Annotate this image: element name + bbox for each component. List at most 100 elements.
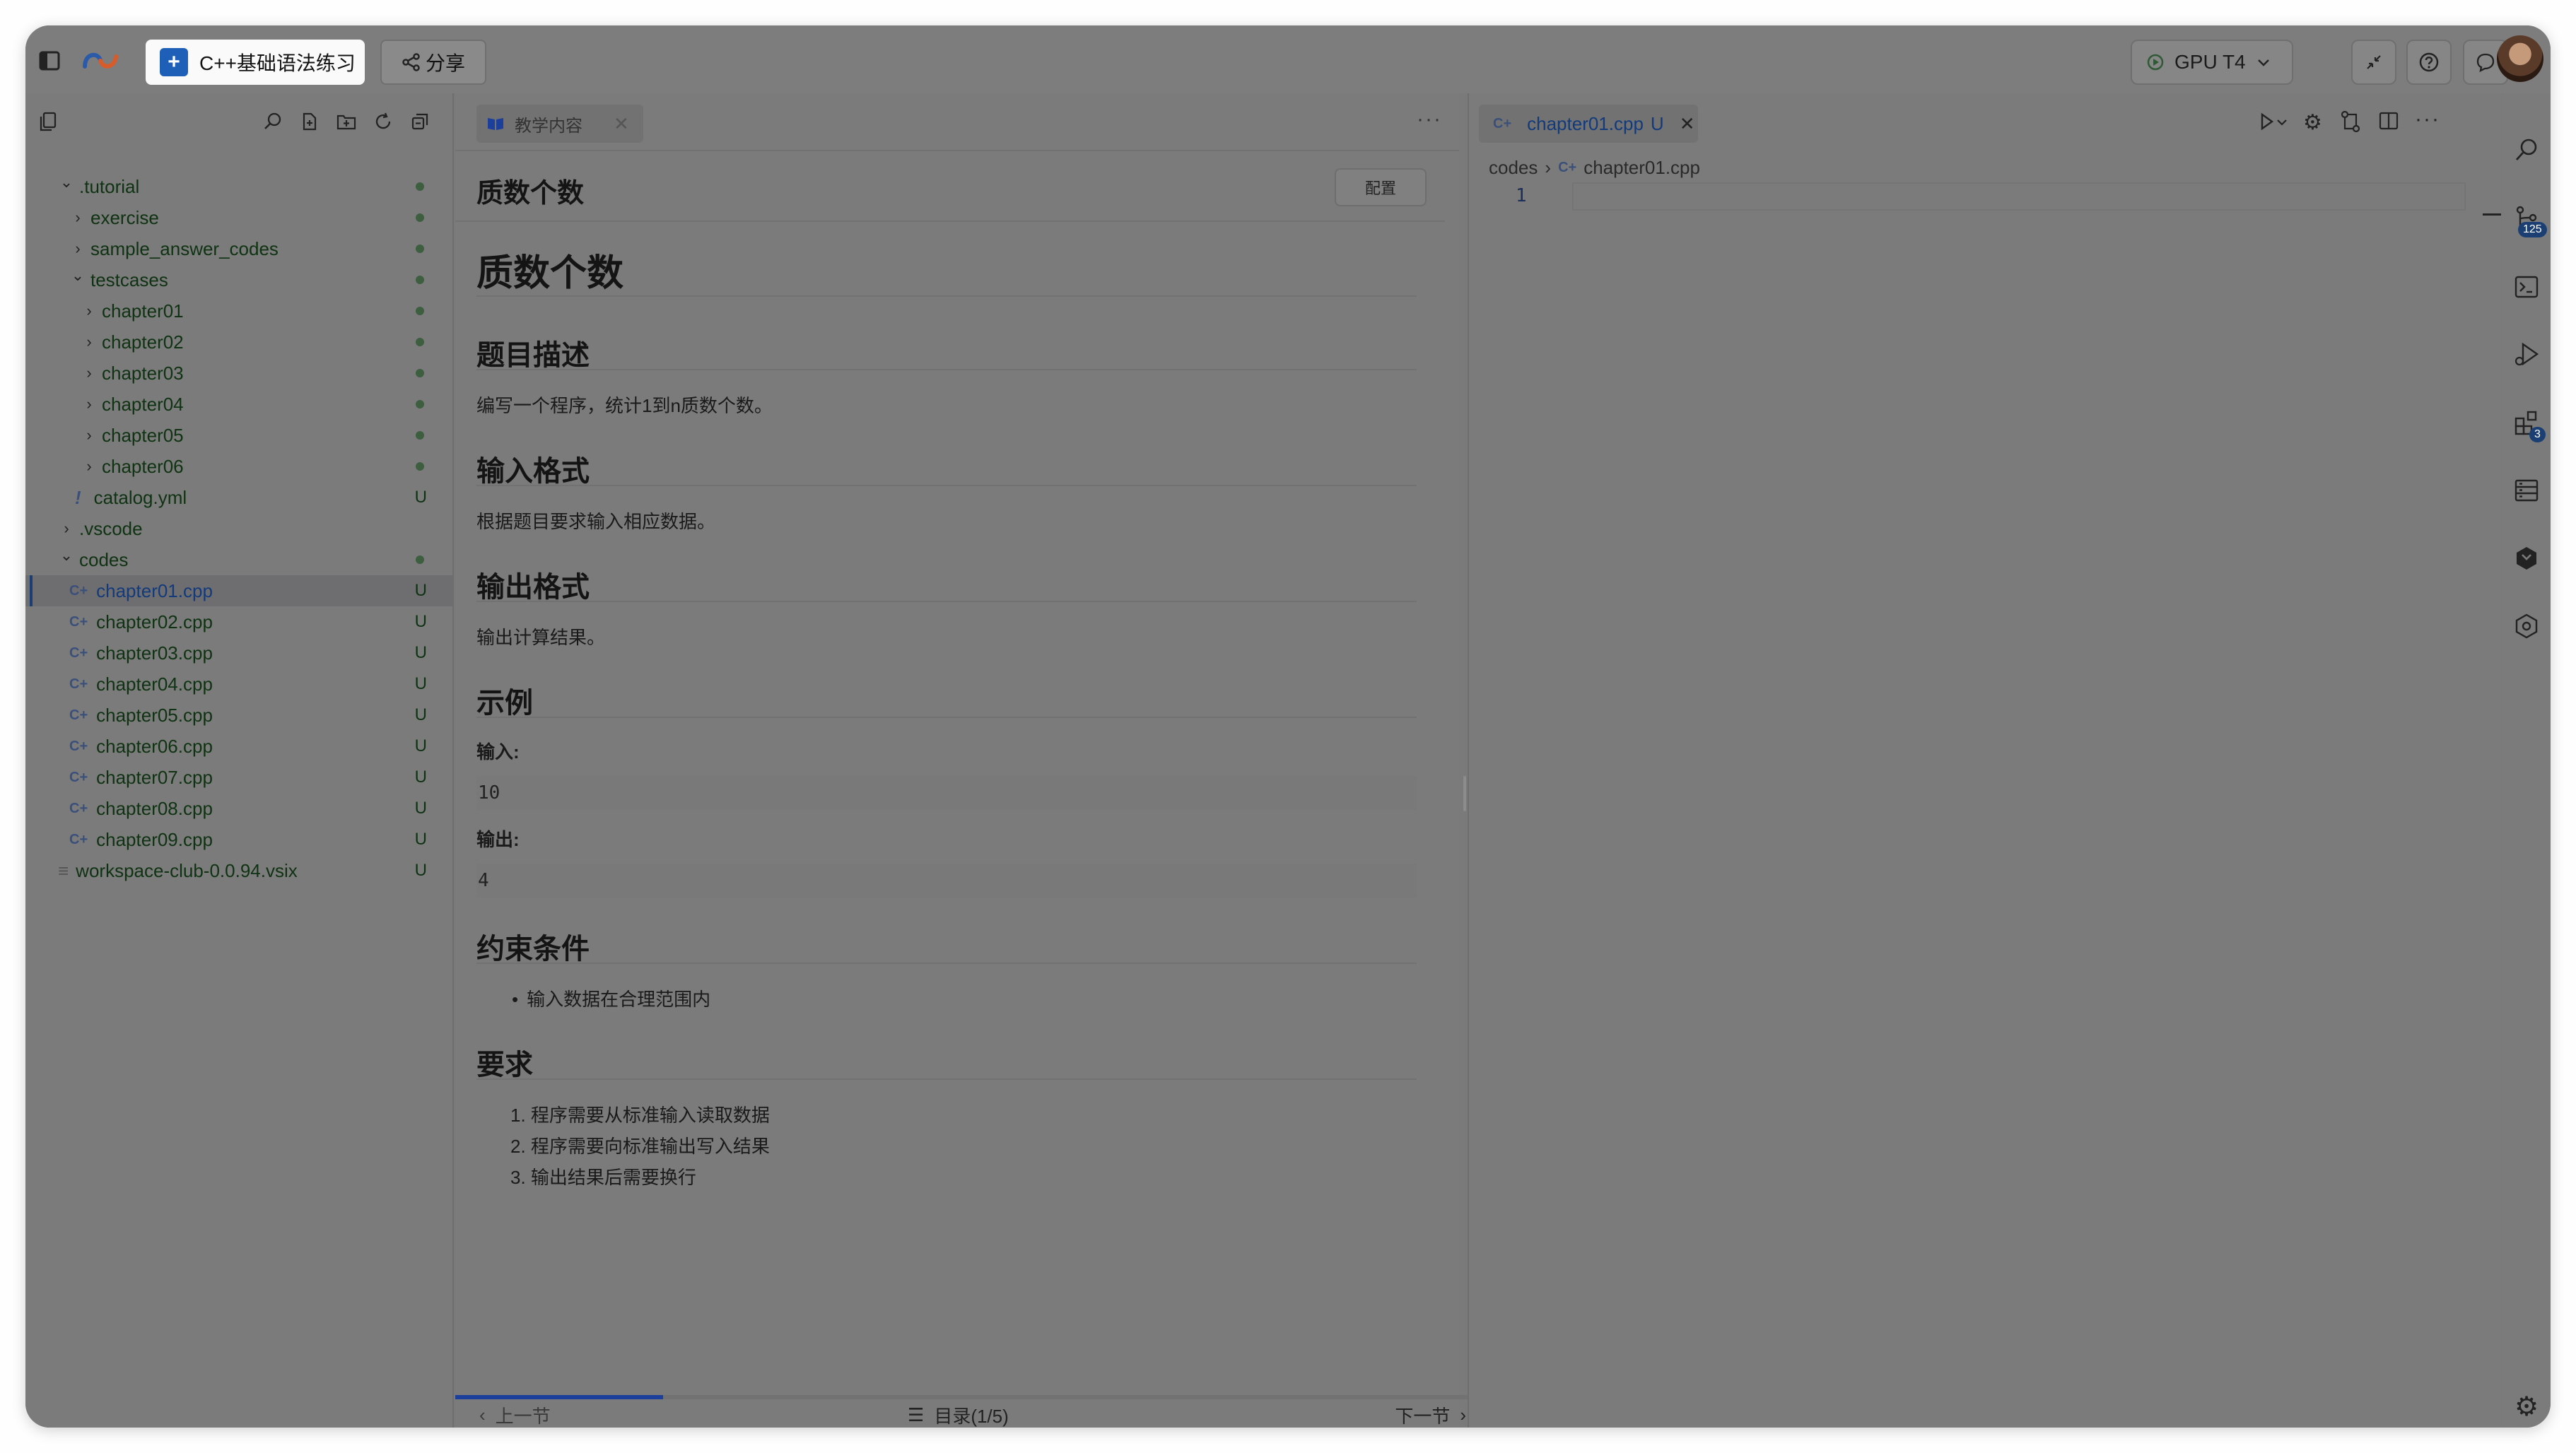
more-icon[interactable]: ··· xyxy=(1417,107,1442,131)
breadcrumb-file[interactable]: chapter01.cpp xyxy=(1583,157,1700,179)
source-control-icon[interactable]: 125 xyxy=(2512,204,2547,237)
tree-item[interactable]: › chapter06 xyxy=(25,451,452,482)
tree-item[interactable]: ⌄ codes xyxy=(25,544,452,575)
course-tab[interactable]: + C++基础语法练习 xyxy=(146,40,365,85)
collapse-button[interactable] xyxy=(2351,40,2396,85)
tree-item-label: exercise xyxy=(90,206,159,228)
chevron-right-icon: › xyxy=(86,426,92,444)
app-window: + C++基础语法练习 分享 GPU T4 ⌄ .tutorial › exer… xyxy=(25,25,2551,1428)
chevron-right-icon: › xyxy=(86,395,92,413)
lesson-title: 质数个数 xyxy=(476,179,585,208)
next-section-button[interactable]: 下一节 › xyxy=(1395,1402,1466,1428)
gpu-selector[interactable]: GPU T4 xyxy=(2131,40,2293,85)
code-editor: C+ chapter01.cpp U ✕ ⚙ ··· codes › C+ ch… xyxy=(1463,93,2501,1428)
tree-item-label: chapter06 xyxy=(102,455,184,477)
lesson-tab-label: 教学内容 xyxy=(515,116,582,136)
toc-button[interactable]: ☰ 目录(1/5) xyxy=(908,1402,1009,1428)
collapse-all-icon[interactable] xyxy=(406,107,434,136)
play-circle-icon xyxy=(2147,54,2164,71)
config-button[interactable]: 配置 xyxy=(1335,168,1427,206)
status-dot xyxy=(416,369,424,377)
hexagon-plugin-icon[interactable] xyxy=(2512,544,2541,572)
close-icon[interactable]: ✕ xyxy=(614,113,629,135)
compare-changes-icon[interactable] xyxy=(2340,110,2361,136)
new-file-icon[interactable] xyxy=(295,107,324,136)
tree-item[interactable]: › chapter01 xyxy=(25,295,452,327)
terminal-icon[interactable] xyxy=(2512,273,2541,301)
prev-section-button[interactable]: ‹ 上一节 xyxy=(479,1402,551,1428)
chevron-down-icon: ⌄ xyxy=(59,546,74,564)
heading-description: 题目描述 xyxy=(476,340,590,371)
tree-item[interactable]: ! catalog.yml U xyxy=(25,482,452,513)
settings-gear-icon[interactable]: ⚙ xyxy=(2303,110,2322,135)
tree-item[interactable]: C+ chapter09.cpp U xyxy=(25,824,452,855)
editor-drag-handle[interactable] xyxy=(1463,776,1466,811)
tree-item[interactable]: › chapter04 xyxy=(25,389,452,420)
chevron-right-icon: › xyxy=(86,457,92,475)
tree-item[interactable]: C+ chapter01.cpp U xyxy=(25,575,452,606)
status-dot xyxy=(416,462,424,471)
close-icon[interactable]: ✕ xyxy=(1680,113,1695,135)
tree-item[interactable]: C+ chapter08.cpp U xyxy=(25,793,452,824)
tree-item[interactable]: › chapter02 xyxy=(25,327,452,358)
requirement-item: 3. 输出结果后需要换行 xyxy=(510,1167,696,1188)
explorer-icon[interactable] xyxy=(34,107,62,136)
tab-chapter01-cpp[interactable]: C+ chapter01.cpp U ✕ xyxy=(1479,105,1698,143)
current-line-highlight[interactable] xyxy=(1572,182,2466,211)
status-badge: U xyxy=(414,643,427,662)
hexagon-settings-icon[interactable] xyxy=(2512,612,2541,640)
requirement-item: 1. 程序需要从标准输入读取数据 xyxy=(510,1105,770,1126)
refresh-icon[interactable] xyxy=(369,107,397,136)
status-dot xyxy=(416,213,424,222)
run-icon[interactable] xyxy=(2259,110,2290,138)
settings-gear-icon[interactable]: ⚙ xyxy=(2512,1392,2541,1422)
new-folder-icon[interactable] xyxy=(332,107,361,136)
breadcrumb-folder[interactable]: codes xyxy=(1489,157,1538,179)
chat-icon xyxy=(2476,53,2495,73)
chevron-right-icon: › xyxy=(1460,1404,1466,1425)
help-button[interactable] xyxy=(2406,40,2452,85)
status-dot xyxy=(416,182,424,191)
tree-item[interactable]: C+ chapter02.cpp U xyxy=(25,606,452,637)
search-icon[interactable] xyxy=(259,107,287,136)
search-icon[interactable] xyxy=(2512,136,2541,164)
tree-item[interactable]: ⌄ testcases xyxy=(25,264,452,295)
chevron-down-icon: ⌄ xyxy=(71,266,85,284)
tree-item[interactable]: › exercise xyxy=(25,202,452,233)
tree-item[interactable]: C+ chapter06.cpp U xyxy=(25,731,452,762)
divider xyxy=(476,369,1417,370)
extensions-icon[interactable]: 3 xyxy=(2512,408,2546,442)
tree-item-label: chapter05 xyxy=(102,424,184,446)
heading-requirements: 要求 xyxy=(476,1049,533,1081)
tree-item-label: chapter06.cpp xyxy=(96,735,213,757)
tab-lesson-content[interactable]: 教学内容 ✕ xyxy=(476,105,643,143)
divider xyxy=(476,717,1417,718)
chevron-right-icon: › xyxy=(75,208,81,226)
file-explorer: ⌄ .tutorial › exercise › sample_answer_codes ⌄… xyxy=(25,93,454,1428)
collapse-icon xyxy=(2367,55,2381,69)
cpp-file-icon: C+ xyxy=(69,645,88,661)
tree-item[interactable]: C+ chapter07.cpp U xyxy=(25,762,452,793)
chevron-left-icon: ‹ xyxy=(479,1404,486,1425)
tree-item[interactable]: › chapter05 xyxy=(25,420,452,451)
tree-item[interactable]: ≡ workspace-club-0.0.94.vsix U xyxy=(25,855,452,886)
tree-item-label: .vscode xyxy=(79,517,143,539)
tree-item[interactable]: › chapter03 xyxy=(25,358,452,389)
user-avatar[interactable] xyxy=(2497,35,2543,82)
tree-item[interactable]: C+ chapter05.cpp U xyxy=(25,700,452,731)
toggle-sidebar-icon[interactable] xyxy=(35,47,64,75)
tree-item[interactable]: C+ chapter04.cpp U xyxy=(25,669,452,700)
tree-item[interactable]: C+ chapter03.cpp U xyxy=(25,637,452,669)
split-editor-icon[interactable] xyxy=(2378,110,2399,135)
tree-item-label: chapter08.cpp xyxy=(96,797,213,819)
chevron-right-icon: › xyxy=(86,333,92,351)
database-list-icon[interactable] xyxy=(2512,476,2541,505)
chevron-right-icon: › xyxy=(1545,157,1552,178)
tree-item[interactable]: › sample_answer_codes xyxy=(25,233,452,264)
tree-item-label: testcases xyxy=(90,269,168,290)
tree-item[interactable]: ⌄ .tutorial xyxy=(25,171,452,202)
tree-item[interactable]: › .vscode xyxy=(25,513,452,544)
run-debug-icon[interactable] xyxy=(2512,341,2541,369)
more-icon[interactable]: ··· xyxy=(2415,107,2440,131)
share-button[interactable]: 分享 xyxy=(380,40,486,85)
